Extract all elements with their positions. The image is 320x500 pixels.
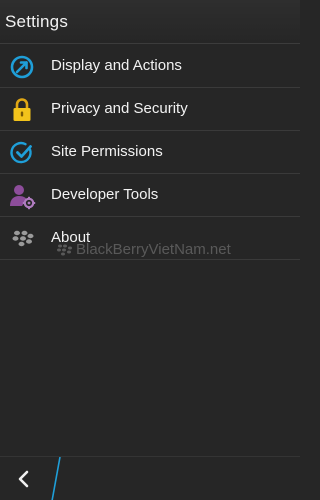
back-chevron-icon	[18, 470, 29, 488]
menu-item-label: Privacy and Security	[51, 100, 188, 117]
menu-item-label: Developer Tools	[51, 186, 159, 203]
lock-icon	[8, 96, 36, 124]
developer-gear-icon	[8, 182, 36, 210]
display-actions-icon	[8, 53, 36, 81]
watermark: BlackBerryVietNam.net	[56, 241, 231, 258]
watermark-logo-icon	[57, 244, 72, 255]
menu-item-privacy-and-security[interactable]: Privacy and Security	[0, 88, 300, 131]
menu-item-label: Display and Actions	[51, 57, 182, 74]
back-divider	[51, 457, 61, 500]
blackberry-icon	[8, 225, 36, 253]
menu-item-label: Site Permissions	[51, 143, 163, 160]
menu-item-developer-tools[interactable]: Developer Tools	[0, 174, 300, 217]
page-title: Settings	[5, 12, 69, 31]
action-bar	[0, 456, 300, 500]
title-bar: Settings	[0, 0, 300, 44]
settings-menu: Display and Actions Privacy and Security…	[0, 45, 300, 260]
menu-item-display-and-actions[interactable]: Display and Actions	[0, 45, 300, 88]
back-button[interactable]	[0, 457, 54, 500]
settings-screen: Settings Display and Actions Privacy and…	[0, 0, 300, 500]
menu-item-site-permissions[interactable]: Site Permissions	[0, 131, 300, 174]
watermark-text: BlackBerryVietNam.net	[76, 241, 231, 258]
check-icon	[8, 139, 36, 167]
